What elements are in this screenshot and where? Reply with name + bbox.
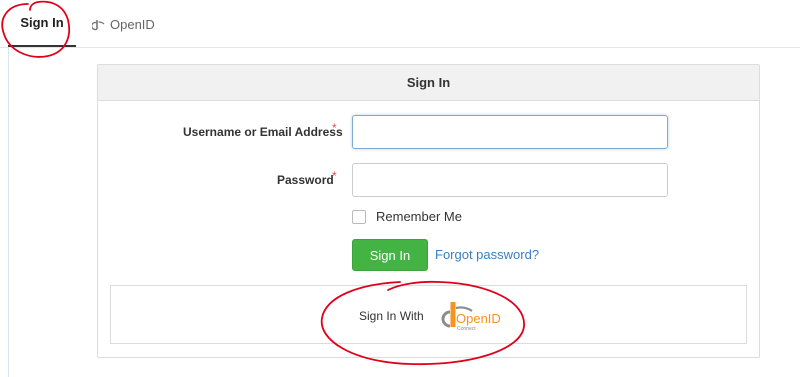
username-input[interactable] xyxy=(352,115,668,149)
openid-sign-in-box xyxy=(110,285,747,344)
forgot-password-link[interactable]: Forgot password? xyxy=(435,247,539,262)
openid-logo-text: OpenID xyxy=(456,311,501,326)
openid-connect-logo[interactable]: OpenID Connect xyxy=(432,300,502,332)
openid-icon xyxy=(91,17,106,31)
tab-openid-label: OpenID xyxy=(110,16,155,32)
remember-me-label[interactable]: Remember Me xyxy=(376,209,462,224)
tab-sign-in-label: Sign In xyxy=(20,15,64,30)
remember-me-checkbox[interactable] xyxy=(352,210,366,224)
openid-sign-in-prompt: Sign In With xyxy=(359,309,424,323)
sign-in-button[interactable]: Sign In xyxy=(352,239,428,271)
openid-logo-subtext: Connect xyxy=(457,326,476,332)
panel-title: Sign In xyxy=(98,65,759,101)
username-label: Username or Email Address xyxy=(183,125,343,139)
password-input[interactable] xyxy=(352,163,668,197)
tab-bar: Sign In OpenID xyxy=(0,0,800,48)
username-required-mark: * xyxy=(332,121,337,135)
tab-openid[interactable]: OpenID xyxy=(88,0,159,48)
password-label: Password xyxy=(277,173,334,187)
password-required-mark: * xyxy=(332,169,337,183)
left-guide-line xyxy=(8,48,9,377)
tab-sign-in[interactable]: Sign In xyxy=(8,0,76,47)
